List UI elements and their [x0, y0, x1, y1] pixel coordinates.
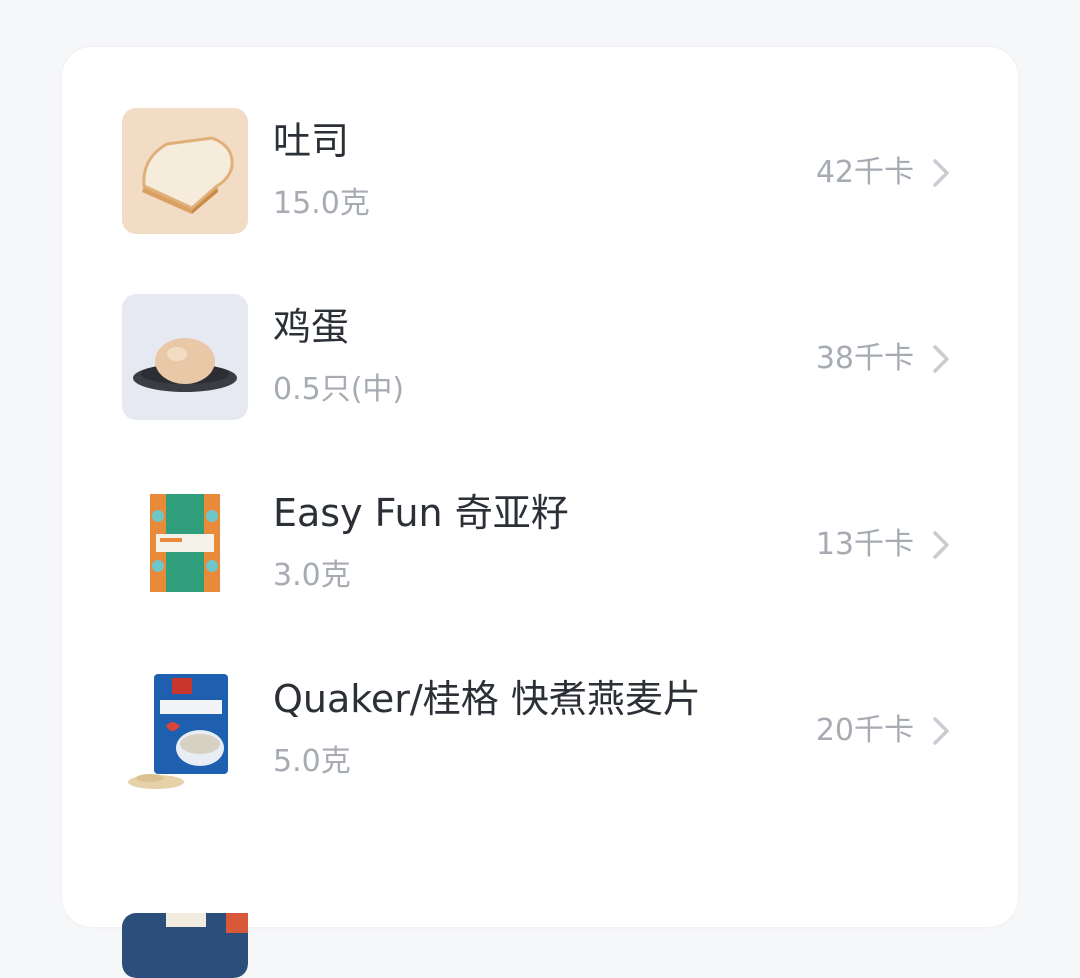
- food-list-card: 吐司 15.0克 42千卡 鸡蛋 0.5只(中) 38千卡 Easy Fun 奇…: [62, 47, 1018, 978]
- chia-seed-package-image: [122, 480, 248, 606]
- food-name: 鸡蛋: [273, 305, 350, 349]
- food-amount: 15.0克: [273, 186, 370, 221]
- food-amount: 0.5只(中): [273, 372, 405, 407]
- food-calories: 42千卡: [815, 155, 914, 190]
- chevron-right-icon: [930, 157, 954, 189]
- food-item-toast[interactable]: 吐司 15.0克 42千卡: [62, 47, 1018, 234]
- food-item-partial[interactable]: [62, 791, 1018, 978]
- toast-image: [122, 108, 248, 234]
- food-image-partial: [122, 852, 248, 978]
- food-calories: 20千卡: [815, 713, 914, 748]
- food-item-quaker-oats[interactable]: Quaker/桂格 快煮燕麦片 5.0克 20千卡: [62, 605, 1018, 792]
- food-calories: 38千卡: [815, 341, 914, 376]
- food-amount: 5.0克: [273, 744, 351, 779]
- food-name: 吐司: [273, 119, 350, 163]
- food-amount: 3.0克: [273, 558, 351, 593]
- food-calories: 13千卡: [815, 527, 914, 562]
- food-name: Easy Fun 奇亚籽: [273, 491, 569, 535]
- food-name: Quaker/桂格 快煮燕麦片: [273, 677, 701, 721]
- food-item-egg[interactable]: 鸡蛋 0.5只(中) 38千卡: [62, 233, 1018, 420]
- oatmeal-bag-image: [122, 666, 248, 792]
- egg-image: [122, 294, 248, 420]
- chevron-right-icon: [930, 715, 954, 747]
- chevron-right-icon: [930, 343, 954, 375]
- chevron-right-icon: [930, 529, 954, 561]
- food-item-chia-seed[interactable]: Easy Fun 奇亚籽 3.0克 13千卡: [62, 419, 1018, 606]
